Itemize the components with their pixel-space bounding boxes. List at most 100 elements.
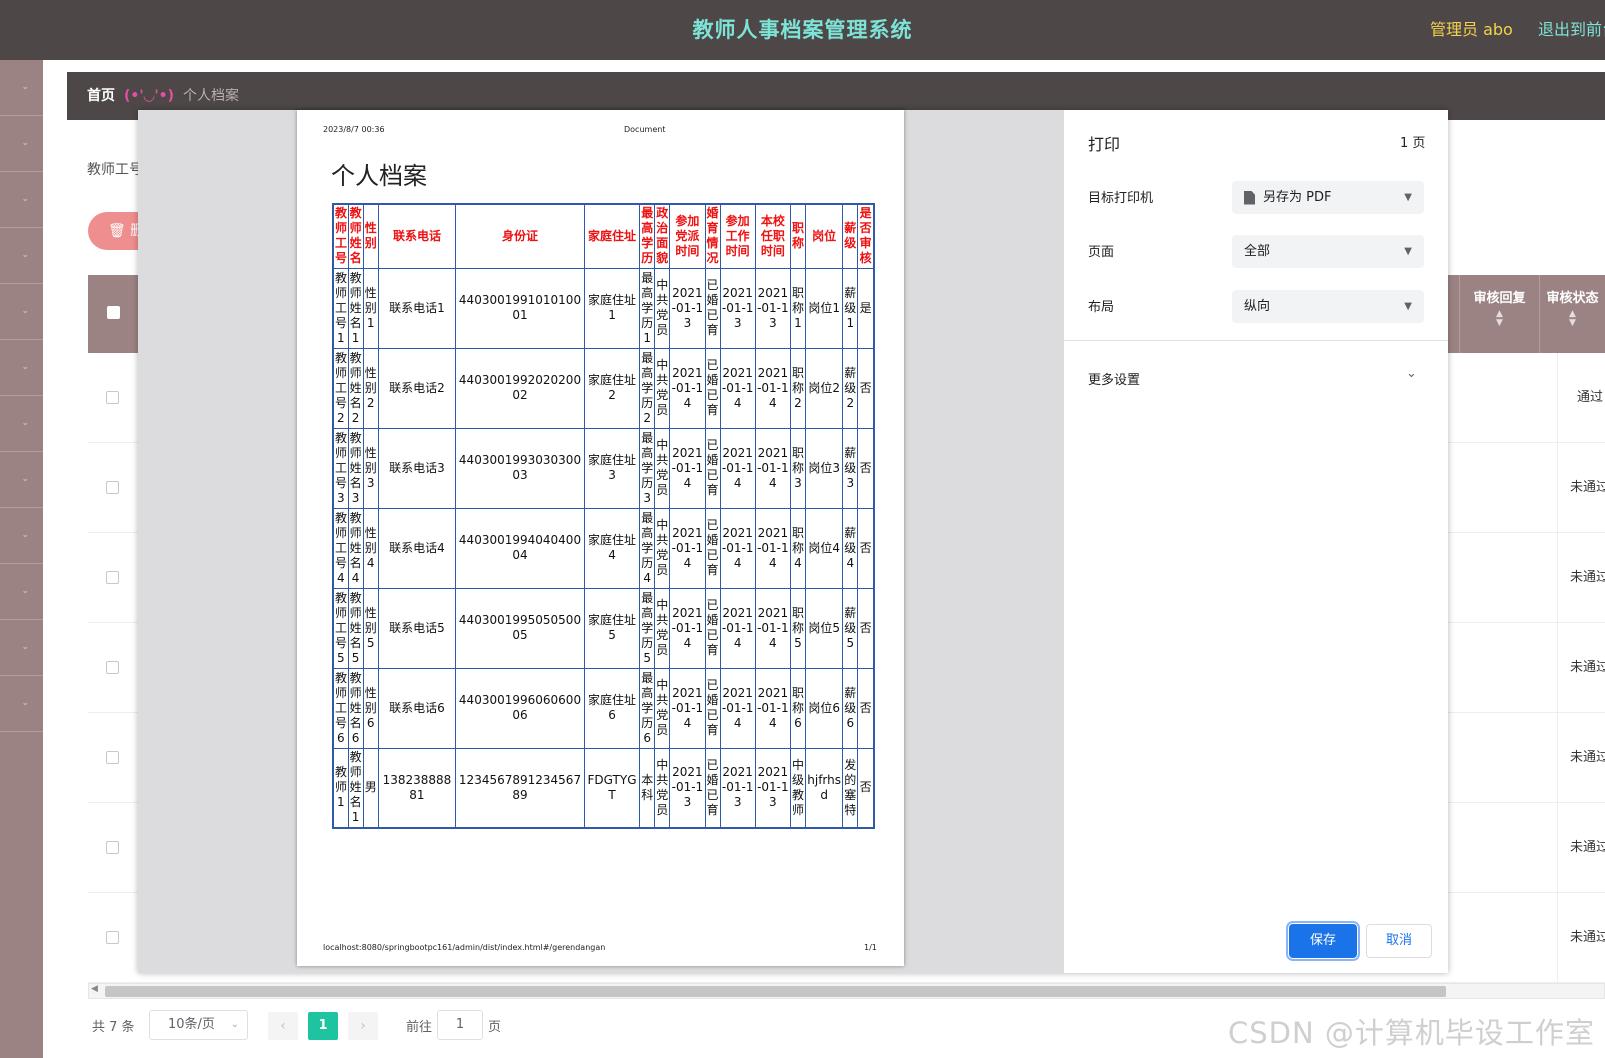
review-status: 未通过	[1557, 443, 1605, 533]
archive-cell: 教师工号4	[332, 507, 349, 589]
archive-cell: 教师姓名5	[347, 587, 364, 669]
archive-cell: 最高学历4	[639, 507, 656, 589]
print-page-count: 1 页	[1400, 136, 1426, 151]
archive-cell: 岗位6	[805, 667, 844, 749]
chevron-down-icon: ⌄	[21, 642, 29, 652]
archive-cell: 教师工号2	[332, 347, 349, 429]
chevron-down-icon: ⌄	[21, 418, 29, 428]
row-checkbox[interactable]	[106, 661, 119, 674]
breadcrumb-home[interactable]: 首页	[87, 72, 115, 120]
row-checkbox[interactable]	[106, 841, 119, 854]
archive-cell: 岗位2	[805, 347, 844, 429]
archive-cell: 性别1	[362, 267, 379, 349]
archive-column-header: 教师姓名	[347, 203, 364, 269]
archive-cell: 已婚已育	[704, 427, 721, 509]
archive-column-header: 教师工号	[332, 203, 349, 269]
chevron-down-icon: ⌄	[21, 530, 29, 540]
sort-icon[interactable]: ▲ ▼	[1540, 310, 1605, 328]
archive-cell: 2021-01-14	[669, 587, 706, 669]
next-page-button[interactable]: ›	[348, 1012, 378, 1040]
admin-user-label[interactable]: 管理员 abo	[1430, 0, 1513, 60]
archive-cell: 性别3	[362, 427, 379, 509]
dropdown-arrow-icon: ▼	[1404, 246, 1412, 257]
save-button[interactable]: 保存	[1286, 921, 1360, 961]
sidebar-item[interactable]: ⌄	[0, 116, 43, 172]
cancel-button[interactable]: 取消	[1366, 924, 1432, 958]
printer-select[interactable]: 另存为 PDF ▼	[1232, 181, 1424, 214]
review-status: 未通过	[1557, 713, 1605, 803]
row-checkbox[interactable]	[106, 481, 119, 494]
dropdown-arrow-icon: ▼	[1404, 192, 1412, 203]
archive-cell: 教师工号5	[332, 587, 349, 669]
archive-cell: 否	[857, 747, 875, 829]
archive-cell: 已婚已育	[704, 347, 721, 429]
chevron-down-icon: ⌄	[21, 586, 29, 596]
archive-cell: 440300199606060006	[455, 667, 585, 749]
row-checkbox[interactable]	[106, 391, 119, 404]
pages-select[interactable]: 全部 ▼	[1232, 235, 1424, 268]
archive-cell: 教师姓名1	[347, 267, 364, 349]
archive-cell: 本科	[639, 747, 656, 829]
row-checkbox[interactable]	[106, 751, 119, 764]
archive-cell: 中级教师	[789, 747, 807, 829]
preview-doc-title: Document	[624, 125, 666, 134]
archive-cell: 岗位5	[805, 587, 844, 669]
archive-column-header: 岗位	[805, 203, 844, 269]
archive-cell: 否	[857, 427, 875, 509]
archive-cell: 家庭住址6	[583, 667, 641, 749]
sidebar-item[interactable]: ⌄	[0, 172, 43, 228]
archive-cell: 性别2	[362, 347, 379, 429]
sidebar-item[interactable]: ⌄	[0, 284, 43, 340]
archive-cell: 家庭住址5	[583, 587, 641, 669]
archive-cell: 性别4	[362, 507, 379, 589]
scroll-left-icon[interactable]: ◀	[91, 984, 98, 994]
archive-cell: 教师姓名1	[347, 747, 364, 829]
goto-page-input[interactable]: 1	[437, 1010, 483, 1040]
archive-cell: 否	[857, 347, 875, 429]
chevron-down-icon: ⌄	[21, 306, 29, 316]
sidebar-item[interactable]: ⌄	[0, 228, 43, 284]
chevron-down-icon[interactable]: ⌄	[1406, 366, 1417, 381]
archive-cell: 2021-01-13	[669, 267, 706, 349]
select-all-checkbox[interactable]	[107, 306, 120, 319]
archive-cell: 岗位3	[805, 427, 844, 509]
sidebar-item[interactable]: ⌄	[0, 396, 43, 452]
archive-column-header: 参加工作时间	[719, 203, 756, 269]
prev-page-button[interactable]: ‹	[268, 1012, 298, 1040]
archive-cell: 薪级5	[842, 587, 859, 669]
review-status: 未通过	[1557, 623, 1605, 713]
sidebar-item[interactable]: ⌄	[0, 340, 43, 396]
archive-cell: 最高学历1	[639, 267, 656, 349]
archive-cell: 2021-01-14	[719, 347, 756, 429]
review-status: 未通过	[1557, 893, 1605, 983]
archive-cell: 联系电话2	[377, 347, 457, 429]
column-header-review-reply[interactable]: 审核回复 ▲ ▼	[1459, 275, 1539, 353]
logout-link[interactable]: 退出到前台	[1538, 0, 1605, 60]
page-size-select[interactable]: 10条/页 ⌄	[149, 1010, 248, 1040]
sidebar-item[interactable]: ⌄	[0, 676, 43, 732]
sidebar-item[interactable]: ⌄	[0, 564, 43, 620]
archive-cell: 家庭住址3	[583, 427, 641, 509]
archive-column-header: 参加党派时间	[669, 203, 706, 269]
document-icon	[1244, 190, 1255, 205]
sort-icon[interactable]: ▲ ▼	[1460, 310, 1539, 328]
archive-cell: 联系电话3	[377, 427, 457, 509]
scrollbar-thumb[interactable]	[105, 986, 1446, 997]
sidebar-item[interactable]: ⌄	[0, 452, 43, 508]
archive-cell: 否	[857, 667, 875, 749]
row-checkbox[interactable]	[106, 571, 119, 584]
archive-cell: 2021-01-14	[719, 667, 756, 749]
more-settings-toggle[interactable]: 更多设置	[1088, 369, 1140, 388]
sidebar-item[interactable]: ⌄	[0, 620, 43, 676]
layout-select[interactable]: 纵向 ▼	[1232, 290, 1424, 323]
column-header-review-status[interactable]: 审核状态 ▲ ▼	[1539, 275, 1605, 353]
archive-cell: 440300199202020002	[455, 347, 585, 429]
archive-cell: 2021-01-13	[719, 267, 756, 349]
sidebar-item[interactable]: ⌄	[0, 508, 43, 564]
row-checkbox[interactable]	[106, 931, 119, 944]
page-number-current[interactable]: 1	[308, 1012, 338, 1040]
sidebar-item[interactable]: ⌄	[0, 60, 43, 116]
archive-row: 教师工号2 教师姓名2 性别2 联系电话2 440300199202020002 家庭住址…	[332, 347, 875, 429]
archive-cell: 2021-01-14	[719, 587, 756, 669]
settings-divider	[1064, 340, 1448, 341]
